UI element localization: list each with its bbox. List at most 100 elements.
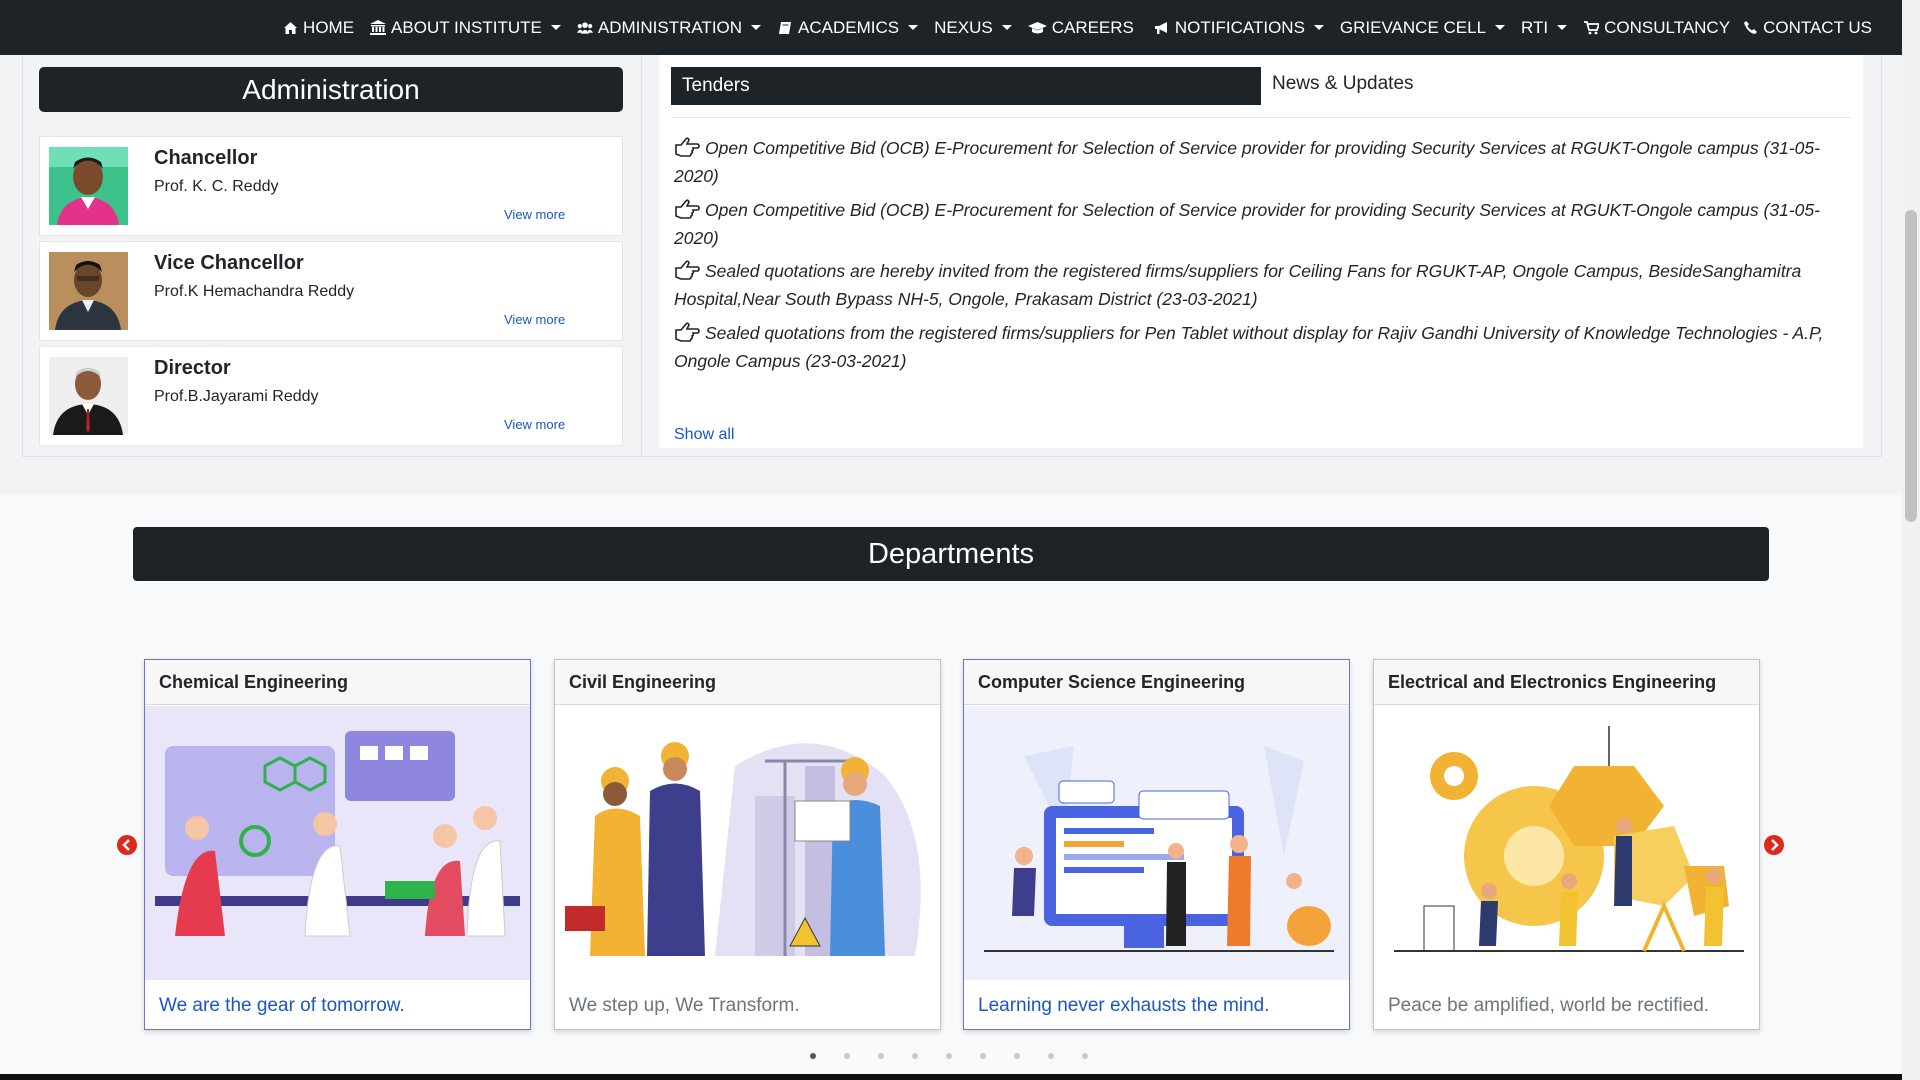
nav-about-institute[interactable]: ABOUT INSTITUTE: [370, 18, 561, 38]
construction-illustration: [555, 706, 940, 980]
tender-item[interactable]: Sealed quotations from the registered fi…: [674, 319, 1839, 375]
nav-careers[interactable]: CAREERS: [1027, 17, 1134, 38]
graduation-cap-icon: [1027, 20, 1047, 36]
tab-underline: [671, 117, 1851, 118]
person-card-vice-chancellor: Vice Chancellor Prof.K Hemachandra Reddy…: [39, 241, 623, 341]
home-icon: [282, 20, 298, 36]
chancellor-photo: [49, 147, 128, 225]
person-role: Director: [154, 357, 231, 379]
person-card-director: Director Prof.B.Jayarami Reddy View more: [39, 346, 623, 446]
nav-consultancy[interactable]: CONSULTANCY: [1583, 18, 1730, 38]
dept-title: Computer Science Engineering: [964, 660, 1349, 705]
chevron-down-icon: [1557, 25, 1568, 30]
cart-icon: [1583, 20, 1599, 36]
carousel-dot[interactable]: [1082, 1053, 1088, 1059]
dept-title: Electrical and Electronics Engineering: [1374, 660, 1759, 705]
carousel-dot[interactable]: [810, 1053, 816, 1059]
chevron-left-icon: [122, 839, 130, 851]
nav-home[interactable]: HOME: [282, 18, 354, 38]
nav-consultancy-label: CONSULTANCY: [1604, 17, 1731, 37]
computer-science-illustration: [964, 706, 1349, 980]
administration-heading: Administration: [39, 67, 623, 112]
carousel-dot[interactable]: [946, 1053, 952, 1059]
tender-text: Open Competitive Bid (OCB) E-Procurement…: [674, 138, 1820, 186]
nav-grievance-cell[interactable]: GRIEVANCE CELL: [1339, 17, 1506, 38]
nav-nexus[interactable]: NEXUS: [934, 18, 1012, 38]
tender-text: Sealed quotations from the registered fi…: [674, 323, 1824, 371]
footer-edge: [0, 1074, 1902, 1080]
nav-administration[interactable]: ADMINISTRATION: [576, 17, 762, 38]
scrollbar-thumb[interactable]: [1905, 210, 1917, 522]
bullhorn-icon: [1154, 20, 1170, 36]
tender-text: Sealed quotations are hereby invited fro…: [674, 261, 1802, 309]
chevron-down-icon: [550, 25, 561, 30]
hand-pointer-icon: [675, 137, 700, 157]
dept-tagline: Learning never exhausts the mind.: [978, 995, 1270, 1016]
nav-nexus-label: NEXUS: [934, 17, 993, 37]
dept-tagline: We step up, We Transform.: [569, 995, 800, 1016]
hand-pointer-icon: [675, 199, 700, 219]
dept-title: Chemical Engineering: [145, 660, 530, 705]
carousel-indicators: [810, 1053, 1116, 1059]
show-all-link[interactable]: Show all: [674, 426, 734, 444]
nav-home-label: HOME: [303, 17, 355, 37]
nav-careers-label: CAREERS: [1051, 17, 1134, 37]
tender-item[interactable]: Sealed quotations are hereby invited fro…: [674, 257, 1839, 313]
top-navbar: HOME ABOUT INSTITUTE ADMINISTRATION ACAD…: [0, 0, 1902, 55]
chemical-lab-illustration: [145, 706, 530, 980]
person-role: Vice Chancellor: [154, 252, 304, 274]
director-photo: [49, 357, 128, 435]
dept-title: Civil Engineering: [555, 660, 940, 705]
carousel-next-button[interactable]: [1764, 835, 1784, 855]
hand-pointer-icon: [675, 322, 700, 342]
person-name: Prof.B.Jayarami Reddy: [154, 388, 319, 405]
dept-tagline: We are the gear of tomorrow.: [159, 995, 405, 1016]
carousel-dot[interactable]: [912, 1053, 918, 1059]
carousel-dot[interactable]: [1014, 1053, 1020, 1059]
person-card-chancellor: Chancellor Prof. K. C. Reddy View more: [39, 136, 623, 236]
dept-tagline: Peace be amplified, world be rectified.: [1388, 995, 1710, 1016]
chevron-down-icon: [908, 25, 919, 30]
person-name: Prof.K Hemachandra Reddy: [154, 283, 355, 300]
view-more-link[interactable]: View more: [504, 417, 565, 432]
phone-icon: [1742, 20, 1758, 36]
nav-contact-us[interactable]: CONTACT US: [1742, 18, 1872, 38]
carousel-dot[interactable]: [1048, 1053, 1054, 1059]
tender-text: Open Competitive Bid (OCB) E-Procurement…: [674, 200, 1820, 248]
chevron-down-icon: [1313, 25, 1324, 30]
page-scrollbar[interactable]: [1902, 0, 1920, 1080]
tab-tenders[interactable]: Tenders: [671, 67, 1261, 105]
chevron-right-icon: [1771, 839, 1779, 851]
dept-card-electrical[interactable]: Electrical and Electronics Engineering P…: [1373, 659, 1760, 1030]
users-icon: [576, 20, 593, 36]
chevron-down-icon: [1001, 25, 1012, 30]
dept-card-chemical[interactable]: Chemical Engineering We are the gear of …: [144, 659, 531, 1030]
nav-administration-label: ADMINISTRATION: [597, 17, 743, 37]
chevron-down-icon: [1495, 25, 1506, 30]
institution-icon: [370, 20, 387, 36]
carousel-dot[interactable]: [980, 1053, 986, 1059]
electrical-gears-illustration: [1374, 706, 1759, 980]
nav-rti-label: RTI: [1521, 17, 1549, 37]
nav-rti[interactable]: RTI: [1521, 17, 1568, 38]
tab-news-updates[interactable]: News & Updates: [1272, 73, 1414, 95]
nav-academics[interactable]: ACADEMICS: [777, 18, 919, 38]
column-divider: [641, 55, 642, 456]
view-more-link[interactable]: View more: [504, 207, 565, 222]
dept-card-civil[interactable]: Civil Engineering We step up, We Transfo…: [554, 659, 941, 1030]
carousel-dot[interactable]: [844, 1053, 850, 1059]
person-role: Chancellor: [154, 147, 258, 169]
chevron-down-icon: [751, 25, 762, 30]
nav-notifications[interactable]: NOTIFICATIONS: [1154, 18, 1324, 38]
tender-item[interactable]: Open Competitive Bid (OCB) E-Procurement…: [674, 196, 1839, 252]
nav-grievance-label: GRIEVANCE CELL: [1339, 17, 1487, 37]
person-name: Prof. K. C. Reddy: [154, 178, 279, 195]
view-more-link[interactable]: View more: [504, 312, 565, 327]
hand-pointer-icon: [675, 260, 700, 280]
carousel-dot[interactable]: [878, 1053, 884, 1059]
vice-chancellor-photo: [49, 252, 128, 330]
carousel-prev-button[interactable]: [117, 835, 137, 855]
tender-item[interactable]: Open Competitive Bid (OCB) E-Procurement…: [674, 134, 1839, 190]
departments-heading: Departments: [133, 527, 1769, 581]
dept-card-computer-science[interactable]: Computer Science Engineering Learning ne…: [963, 659, 1350, 1030]
